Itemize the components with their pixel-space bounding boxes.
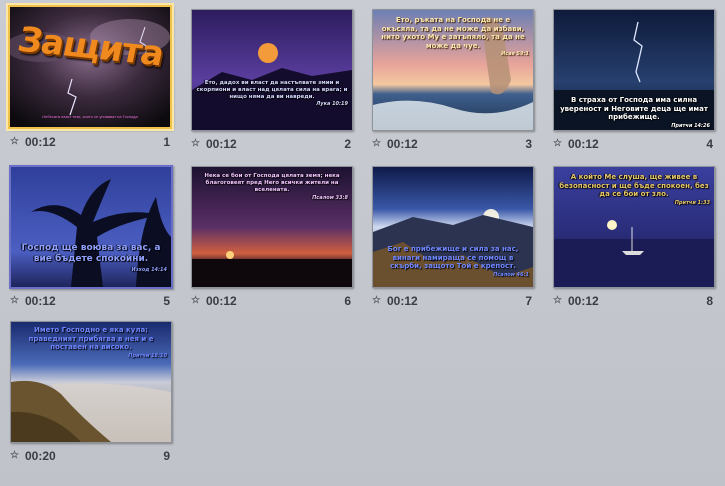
- slide-meta: ☆ 00:12 3: [372, 135, 536, 153]
- slide-preview: Бог е прибежище и сила за нас, винаги на…: [372, 166, 534, 288]
- star-icon[interactable]: ☆: [191, 138, 200, 149]
- slide-thumbnail-3[interactable]: Ето, ръката на Господа не е окъсяла, та …: [372, 9, 536, 159]
- slide-reference: Изход 14:14: [131, 267, 167, 273]
- slide-number: 4: [706, 137, 713, 151]
- slide-thumbnail-4[interactable]: В страха от Господа има силна увереност …: [553, 9, 717, 159]
- slide-text: Ето, дадох ви власт да настъпвате змии и…: [196, 80, 348, 100]
- slide-thumbnail-5[interactable]: Господ ще воюва за вас, а вие бъдете спо…: [9, 165, 174, 316]
- slide-timing: 00:12: [25, 135, 56, 149]
- slide-reference: Лука 10:19: [316, 101, 348, 107]
- slide-subtitle: Небесата пазят тези, които се уповават н…: [42, 114, 138, 119]
- slide-number: 1: [163, 135, 170, 149]
- slide-preview: Господ ще воюва за вас, а вие бъдете спо…: [9, 165, 173, 289]
- star-icon[interactable]: ☆: [10, 450, 19, 461]
- slide-reference: Притчи 14:26: [671, 122, 710, 129]
- slide-meta: ☆ 00:12 5: [10, 292, 174, 310]
- slide-timing: 00:12: [206, 137, 237, 151]
- slide-preview: А който Ме слуша, ще живее в безопасност…: [553, 166, 715, 288]
- slide-meta: ☆ 00:20 9: [10, 447, 174, 465]
- star-icon[interactable]: ☆: [553, 295, 562, 306]
- slide-meta: ☆ 00:12 7: [372, 292, 536, 310]
- slide-reference: Притчи 1:33: [674, 199, 710, 206]
- slide-timing: 00:12: [568, 137, 599, 151]
- slide-preview: Името Господно е яка кула; праведният пр…: [10, 321, 172, 443]
- slide-meta: ☆ 00:12 6: [191, 292, 355, 310]
- slide-number: 6: [344, 294, 351, 308]
- slide-meta: ☆ 00:12 1: [10, 133, 174, 151]
- slide-text: Бог е прибежище и сила за нас, винаги на…: [387, 245, 519, 270]
- star-icon[interactable]: ☆: [191, 295, 200, 306]
- star-icon[interactable]: ☆: [372, 295, 381, 306]
- slide-thumbnail-8[interactable]: А който Ме слуша, ще живее в безопасност…: [553, 166, 717, 316]
- slide-reference: Притчи 18:10: [128, 352, 167, 359]
- slide-timing: 00:12: [568, 294, 599, 308]
- slide-text: А който Ме слуша, ще живее в безопасност…: [559, 173, 709, 198]
- star-icon[interactable]: ☆: [10, 295, 19, 306]
- slide-reference: Исая 59:1: [501, 51, 529, 57]
- slide-text: Нека се бои от Господа цялата земя; нека…: [204, 173, 340, 194]
- slide-number: 5: [163, 294, 170, 308]
- slide-thumbnail-9[interactable]: Името Господно е яка кула; праведният пр…: [10, 321, 174, 471]
- slide-preview: Защита Небесата пазят тези, които се упо…: [8, 5, 172, 129]
- slide-meta: ☆ 00:12 4: [553, 135, 717, 153]
- slide-timing: 00:20: [25, 449, 56, 463]
- slide-number: 9: [163, 449, 170, 463]
- slide-thumbnail-7[interactable]: Бог е прибежище и сила за нас, винаги на…: [372, 166, 536, 316]
- slide-number: 2: [344, 137, 351, 151]
- slide-meta: ☆ 00:12 2: [191, 135, 355, 153]
- slide-text: Името Господно е яка кула; праведният пр…: [28, 326, 154, 351]
- slide-number: 8: [706, 294, 713, 308]
- slide-timing: 00:12: [387, 294, 418, 308]
- slide-thumbnail-6[interactable]: Нека се бои от Господа цялата земя; нека…: [191, 166, 355, 316]
- slide-meta: ☆ 00:12 8: [553, 292, 717, 310]
- slide-timing: 00:12: [25, 294, 56, 308]
- slide-preview: В страха от Господа има силна увереност …: [553, 9, 715, 131]
- slide-reference: Псалом 33:8: [312, 194, 348, 201]
- moon-mountain-image: [192, 10, 352, 130]
- slide-thumbnail-2[interactable]: Ето, дадох ви власт да настъпвате змии и…: [191, 9, 355, 159]
- star-icon[interactable]: ☆: [10, 136, 19, 147]
- slide-preview: Нека се бои от Господа цялата земя; нека…: [191, 166, 353, 288]
- slide-timing: 00:12: [206, 294, 237, 308]
- slide-number: 3: [525, 137, 532, 151]
- slide-preview: Ето, дадох ви власт да настъпвате змии и…: [191, 9, 353, 131]
- slide-preview: Ето, ръката на Господа не е окъсяла, та …: [372, 9, 534, 131]
- slide-thumbnail-1[interactable]: Защита Небесата пазят тези, които се упо…: [8, 5, 174, 157]
- slide-text: Господ ще воюва за вас, а вие бъдете спо…: [21, 243, 161, 264]
- slide-timing: 00:12: [387, 137, 418, 151]
- star-icon[interactable]: ☆: [372, 138, 381, 149]
- slide-text: В страха от Господа има силна увереност …: [560, 96, 708, 121]
- slide-sorter-view: { "slides": [ {"number":"1","time":"00:1…: [0, 0, 725, 486]
- slide-reference: Псалом 46:1: [493, 271, 529, 278]
- star-icon[interactable]: ☆: [553, 138, 562, 149]
- slide-text: Ето, ръката на Господа не е окъсяла, та …: [381, 16, 525, 50]
- slide-number: 7: [525, 294, 532, 308]
